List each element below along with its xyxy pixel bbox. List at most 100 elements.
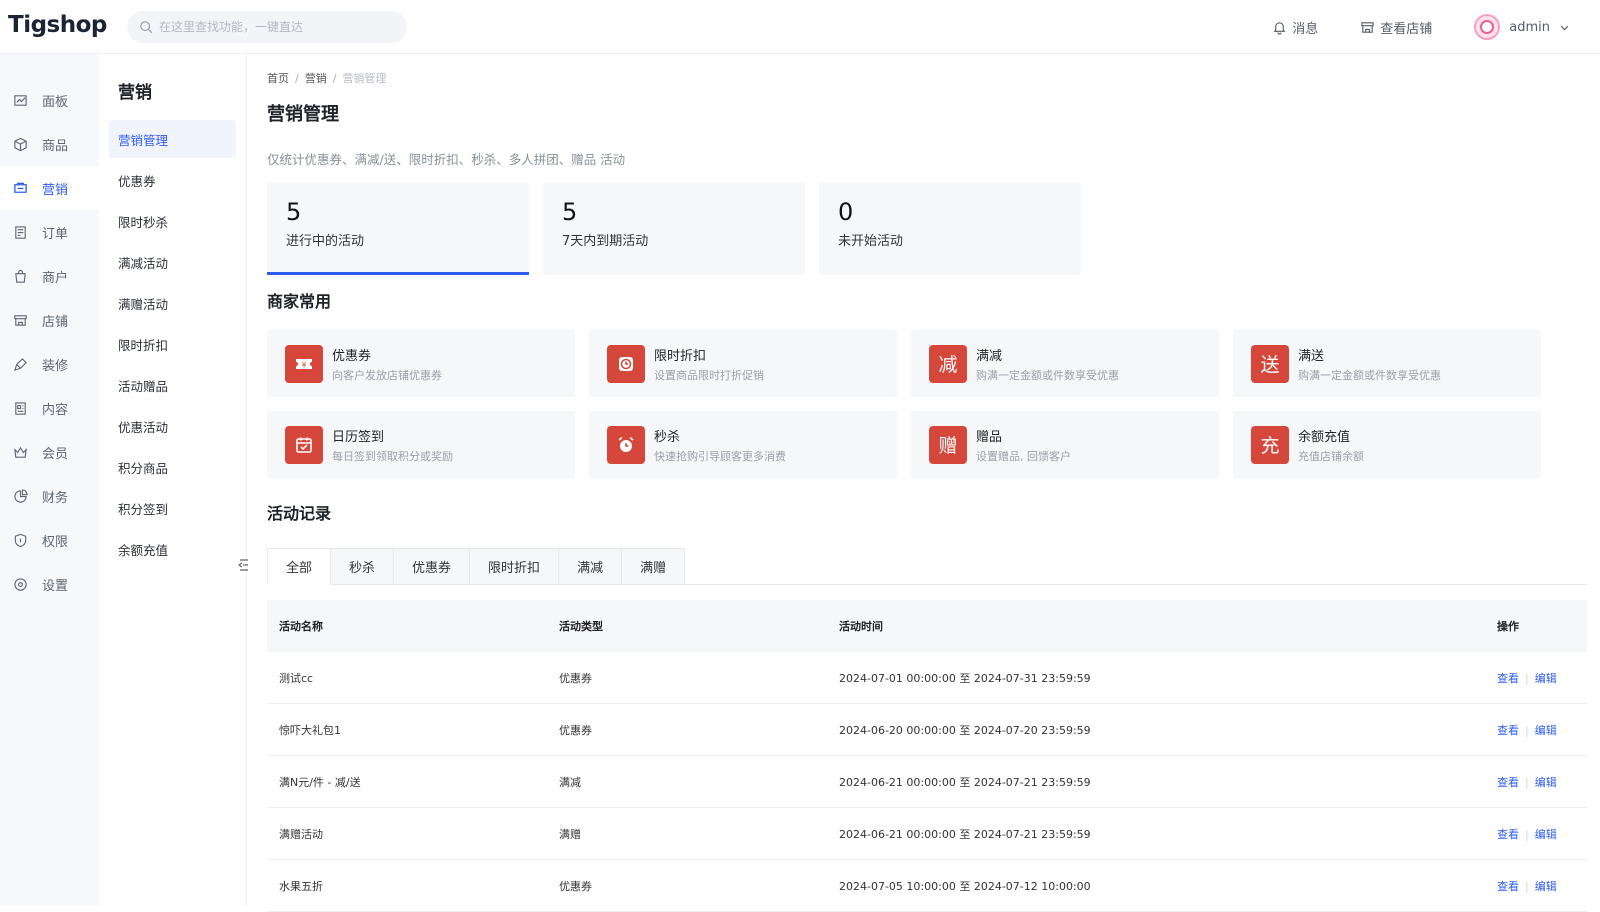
edit-link[interactable]: 编辑 [1535, 724, 1557, 737]
rail-item-10[interactable]: 权限 [0, 518, 99, 562]
rail-item-label: 权限 [42, 534, 69, 550]
rail-item-label: 营销 [42, 182, 69, 198]
rail-item-9[interactable]: 财务 [0, 474, 99, 518]
tool-description: 充值店铺余额 [1298, 449, 1364, 463]
settings-icon [14, 577, 27, 591]
subnav-item-5[interactable]: 限时折扣 [109, 325, 236, 363]
subnav-item-0[interactable]: 营销管理 [109, 120, 236, 158]
subnav-item-1[interactable]: 优惠券 [109, 161, 236, 199]
view-link[interactable]: 查看 [1497, 672, 1519, 685]
messages-button[interactable]: 消息 [1272, 18, 1318, 37]
subnav-item-10[interactable]: 余额充值 [109, 530, 236, 568]
rail-item-6[interactable]: 装修 [0, 342, 99, 386]
edit-link[interactable]: 编辑 [1535, 880, 1557, 893]
tab-4[interactable]: 满减 [559, 548, 623, 585]
tool-name: 满减 [976, 348, 1003, 364]
rail-item-3[interactable]: 订单 [0, 210, 99, 254]
action-separator: | [1525, 775, 1529, 789]
rail-item-8[interactable]: 会员 [0, 430, 99, 474]
tab-0[interactable]: 全部 [267, 548, 332, 585]
tool-card-3[interactable]: 送 满送 购满一定金额或件数享受优惠 [1233, 330, 1541, 397]
rail-item-11[interactable]: 设置 [0, 562, 99, 606]
table-row: 惊吓大礼包1 优惠券 2024-06-20 00:00:00 至 2024-07-2… [267, 704, 1587, 756]
breadcrumb-home[interactable]: 首页 [267, 72, 289, 85]
rail-item-label: 订单 [42, 226, 69, 242]
ticket-icon: ¥ [285, 344, 323, 383]
breadcrumb-separator: / [295, 72, 299, 85]
cell-name: 测试cc [279, 671, 314, 685]
cell-name: 惊吓大礼包1 [279, 723, 341, 737]
tool-description: 每日签到领取积分或奖励 [332, 449, 453, 463]
view-link[interactable]: 查看 [1497, 724, 1519, 737]
record-tabs: 全部 秒杀 优惠券 限时折扣 满减 满赠 [267, 548, 1587, 585]
rail-item-1[interactable]: 商品 [0, 122, 99, 166]
stat-card-2[interactable]: 0 未开始活动 [819, 182, 1081, 275]
subnav-item-8[interactable]: 积分商品 [109, 448, 236, 486]
alarm-icon [607, 425, 645, 464]
table-header: 活动名称 活动类型 活动时间 操作 [267, 600, 1587, 652]
subnav-item-2[interactable]: 限时秒杀 [109, 202, 236, 240]
tab-2[interactable]: 优惠券 [394, 548, 471, 585]
search-icon [140, 21, 153, 34]
user-name: admin [1509, 19, 1550, 35]
tool-card-7[interactable]: 充 余额充值充值店铺余额 [1233, 411, 1541, 478]
rail-item-2[interactable]: 营销 [0, 166, 99, 210]
rail-item-label: 店铺 [42, 314, 69, 330]
rail-item-4[interactable]: 商户 [0, 254, 99, 298]
subnav-item-3[interactable]: 满减活动 [109, 243, 236, 281]
tool-card-6[interactable]: 赠 赠品 设置赠品, 回馈客户 [911, 411, 1219, 478]
cell-name: 水果五折 [279, 879, 323, 893]
view-link[interactable]: 查看 [1497, 880, 1519, 893]
view-link[interactable]: 查看 [1497, 828, 1519, 841]
cell-time: 2024-06-21 00:00:00 至 2024-07-21 23:59:5… [839, 775, 1091, 789]
rail-item-5[interactable]: 店铺 [0, 298, 99, 342]
tab-3[interactable]: 限时折扣 [470, 548, 560, 585]
collapse-sidebar-icon[interactable] [237, 557, 250, 581]
cell-type: 优惠券 [559, 879, 592, 893]
brush-icon [13, 357, 27, 371]
rail-item-label: 会员 [42, 446, 69, 462]
action-separator: | [1525, 723, 1529, 737]
stat-card-1[interactable]: 5 7天内到期活动 [543, 182, 805, 275]
action-separator: | [1525, 827, 1529, 841]
tool-card-4[interactable]: 日历签到每日签到领取积分或奖励 [267, 411, 575, 478]
subnav-item-7[interactable]: 优惠活动 [109, 407, 236, 445]
tab-1[interactable]: 秒杀 [331, 548, 395, 585]
tool-card-2[interactable]: 减 满减 购满一定金额或件数享受优惠 [911, 330, 1219, 397]
tool-card-0[interactable]: ¥ 优惠券 向客户发放店铺优惠券 [267, 330, 575, 397]
rail-item-label: 内容 [42, 402, 69, 418]
tool-card-5[interactable]: 秒杀 快速抢购引导顾客更多消费 [589, 411, 897, 478]
stat-card-0[interactable]: 5 进行中的活动 [267, 182, 529, 275]
shield-icon [14, 533, 27, 547]
search-input[interactable] [159, 20, 389, 34]
breadcrumb-marketing[interactable]: 营销 [305, 72, 327, 85]
logo[interactable]: Tigshop [8, 12, 107, 38]
tool-card-1[interactable]: 限时折扣 设置商品限时打折促销 [589, 330, 897, 397]
tool-glyph: 充 [1260, 435, 1280, 457]
tool-name: 日历签到 [332, 429, 385, 445]
chart-icon [14, 94, 27, 106]
table-row: 满N元/件 - 减/送 满减 2024-06-21 00:00:00 至 2024-… [267, 756, 1587, 808]
user-menu[interactable]: admin [1474, 14, 1570, 40]
rail-item-0[interactable]: 面板 [0, 78, 99, 122]
view-link[interactable]: 查看 [1497, 776, 1519, 789]
tool-description: 设置商品限时打折促销 [654, 368, 764, 382]
subnav-item-4[interactable]: 满赠活动 [109, 284, 236, 322]
rail-item-label: 商户 [42, 270, 69, 286]
edit-link[interactable]: 编辑 [1535, 828, 1557, 841]
rail-item-label: 面板 [42, 94, 69, 110]
rail-item-7[interactable]: 内容 [0, 386, 99, 430]
subnav-item-9[interactable]: 积分签到 [109, 489, 236, 527]
tool-name: 余额充值 [1298, 429, 1351, 445]
view-store-button[interactable]: 查看店铺 [1360, 18, 1432, 37]
table-row: 满赠活动 满赠 2024-06-21 00:00:00 至 2024-07-21 2… [267, 808, 1587, 860]
subnav-item-6[interactable]: 活动赠品 [109, 366, 236, 404]
edit-link[interactable]: 编辑 [1535, 672, 1557, 685]
stat-value: 5 [562, 198, 578, 226]
cell-time: 2024-07-05 10:00:00 至 2024-07-12 10:00:0… [839, 879, 1091, 893]
search-box[interactable] [127, 11, 407, 43]
chevron-down-icon [1560, 25, 1569, 30]
tool-glyph: 减 [938, 354, 958, 376]
edit-link[interactable]: 编辑 [1535, 776, 1557, 789]
tab-5[interactable]: 满赠 [622, 548, 686, 585]
